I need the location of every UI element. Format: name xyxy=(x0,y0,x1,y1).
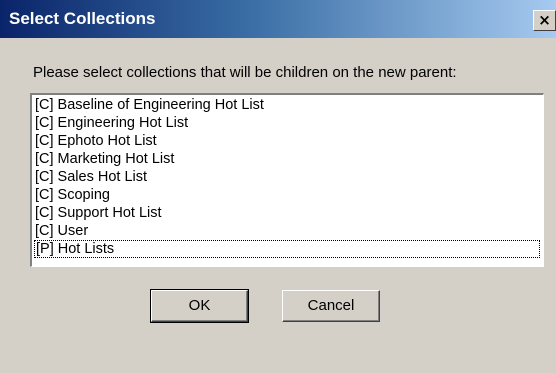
list-item[interactable]: [C] Support Hot List xyxy=(34,204,540,222)
close-button[interactable]: × xyxy=(533,10,556,31)
list-item[interactable]: [C] Marketing Hot List xyxy=(34,150,540,168)
list-item[interactable]: [C] Sales Hot List xyxy=(34,168,540,186)
list-item[interactable]: [C] User xyxy=(34,222,540,240)
select-collections-dialog: Select Collections × Please select colle… xyxy=(0,0,556,373)
list-item[interactable]: [C] Scoping xyxy=(34,186,540,204)
list-item[interactable]: [C] Engineering Hot List xyxy=(34,114,540,132)
ok-button[interactable]: OK xyxy=(150,289,249,323)
list-item[interactable]: [C] Baseline of Engineering Hot List xyxy=(34,96,540,114)
cancel-button[interactable]: Cancel xyxy=(282,290,380,322)
window-title: Select Collections xyxy=(9,9,156,28)
instruction-label: Please select collections that will be c… xyxy=(33,64,457,81)
list-item[interactable]: [P] Hot Lists xyxy=(34,240,540,258)
list-item[interactable]: [C] Ephoto Hot List xyxy=(34,132,540,150)
collections-listbox[interactable]: [C] Baseline of Engineering Hot List [C]… xyxy=(30,93,544,267)
close-icon: × xyxy=(538,11,551,29)
title-bar[interactable]: Select Collections × xyxy=(0,0,556,38)
